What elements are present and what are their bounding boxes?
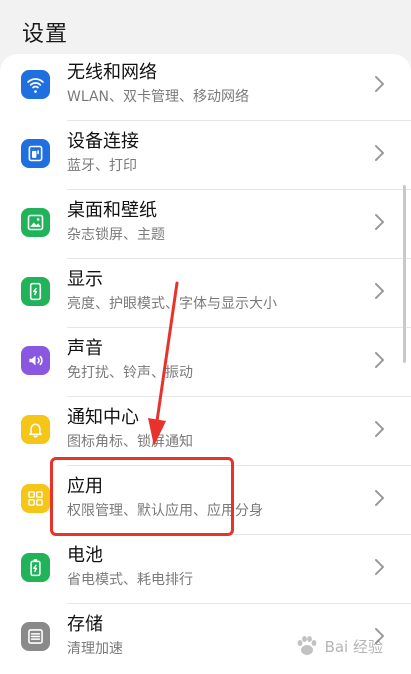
page-title: 设置 <box>22 22 69 47</box>
annotation-highlight-box <box>50 457 234 536</box>
settings-item-title: 设备连接 <box>67 131 139 152</box>
sound-icon <box>21 346 50 375</box>
scrollbar[interactable] <box>403 185 406 363</box>
wallpaper-icon <box>21 208 50 237</box>
settings-item-subtitle: 省电模式、耗电排行 <box>67 572 193 588</box>
settings-list: 无线和网络 WLAN、双卡管理、移动网络 设备连接 蓝牙、打印 桌面和壁纸 杂志… <box>0 54 411 674</box>
settings-item-notification-center[interactable]: 通知中心 图标角标、锁屏通知 <box>0 397 411 466</box>
bell-icon <box>21 415 50 444</box>
wifi-icon <box>21 70 50 99</box>
paw-logo-icon <box>297 636 316 655</box>
chevron-right-icon <box>373 486 387 510</box>
battery-icon <box>21 553 50 582</box>
settings-item-device-connection[interactable]: 设备连接 蓝牙、打印 <box>0 121 411 190</box>
settings-item-subtitle: 清理加速 <box>67 641 123 657</box>
settings-item-home-wallpaper[interactable]: 桌面和壁纸 杂志锁屏、主题 <box>0 190 411 259</box>
settings-item-subtitle: 蓝牙、打印 <box>67 158 137 174</box>
settings-item-subtitle: 免打扰、铃声、振动 <box>67 365 193 381</box>
chevron-right-icon <box>373 141 387 165</box>
settings-item-subtitle: 亮度、护眼模式、字体与显示大小 <box>67 296 277 312</box>
settings-item-sound[interactable]: 声音 免打扰、铃声、振动 <box>0 328 411 397</box>
settings-item-display[interactable]: 显示 亮度、护眼模式、字体与显示大小 <box>0 259 411 328</box>
chevron-right-icon <box>373 279 387 303</box>
settings-item-title: 电池 <box>67 545 103 566</box>
storage-icon <box>21 622 50 651</box>
settings-item-title: 存储 <box>67 614 103 635</box>
chevron-right-icon <box>373 417 387 441</box>
chevron-right-icon <box>373 210 387 234</box>
settings-item-title: 通知中心 <box>67 407 139 428</box>
settings-item-title: 无线和网络 <box>67 62 157 83</box>
chevron-right-icon <box>373 555 387 579</box>
settings-item-subtitle: 杂志锁屏、主题 <box>67 227 165 243</box>
settings-item-wireless-network[interactable]: 无线和网络 WLAN、双卡管理、移动网络 <box>0 52 411 121</box>
settings-screen: 设置 无线和网络 WLAN、双卡管理、移动网络 设备连接 蓝牙、打印 桌面和壁纸… <box>0 0 411 674</box>
watermark-text: Bai 经验 <box>324 637 383 656</box>
settings-item-battery[interactable]: 电池 省电模式、耗电排行 <box>0 535 411 604</box>
settings-item-title: 显示 <box>67 269 103 290</box>
settings-item-title: 桌面和壁纸 <box>67 200 157 221</box>
settings-item-subtitle: 图标角标、锁屏通知 <box>67 434 193 450</box>
apps-grid-icon <box>21 484 50 513</box>
chevron-right-icon <box>373 72 387 96</box>
settings-item-title: 声音 <box>67 338 103 359</box>
device-connect-icon <box>21 139 50 168</box>
watermark: Bai 经验 <box>293 632 383 660</box>
settings-item-subtitle: WLAN、双卡管理、移动网络 <box>67 89 250 105</box>
chevron-right-icon <box>373 348 387 372</box>
display-icon <box>21 277 50 306</box>
